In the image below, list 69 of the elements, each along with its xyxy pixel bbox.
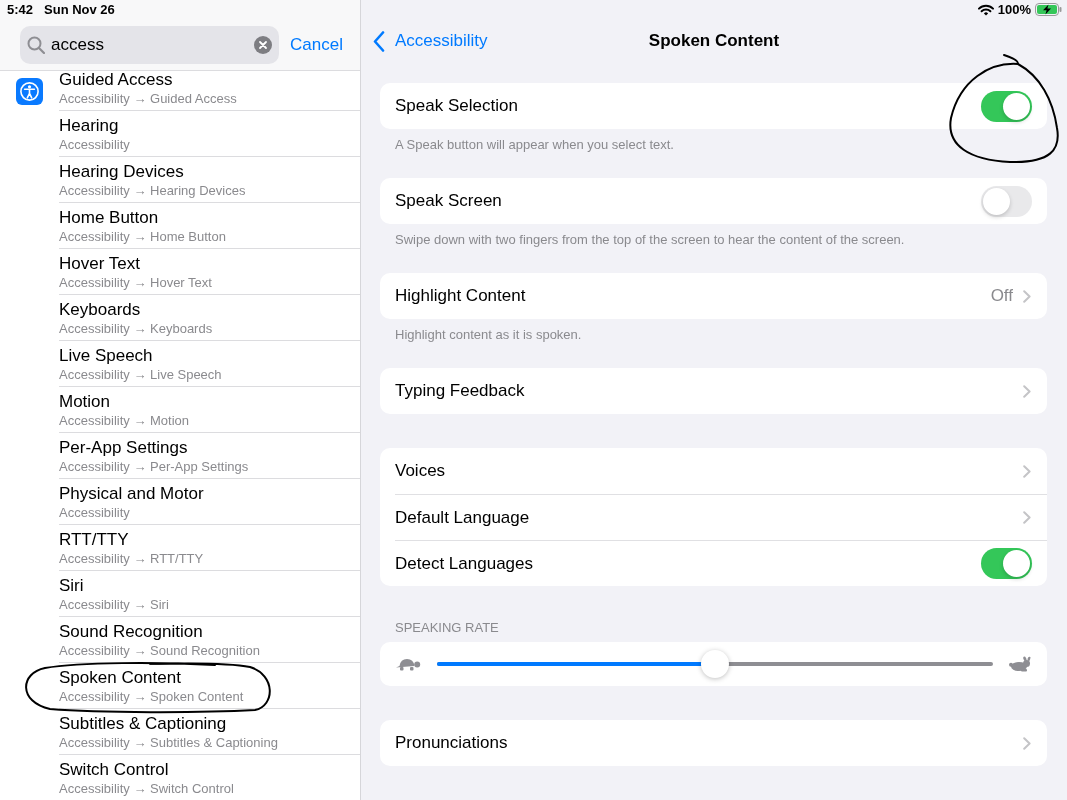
chevron-right-icon <box>1023 384 1031 398</box>
wifi-icon <box>977 3 994 16</box>
result-title[interactable]: Sound Recognition <box>59 622 203 642</box>
result-path: Accessibility → Guided Access <box>59 90 237 108</box>
row-label[interactable]: Voices <box>395 460 446 482</box>
battery-percent: 100% <box>997 1 1031 18</box>
result-title[interactable]: RTT/TTY <box>59 530 129 550</box>
section-header: SPEAKING RATE <box>394 620 500 637</box>
result-path: Accessibility → Sound Recognition <box>59 642 260 660</box>
footer-note: A Speak button will appear when you select text. <box>394 136 675 153</box>
result-title[interactable]: Guided Access <box>59 71 173 90</box>
result-path: Accessibility <box>59 136 130 154</box>
result-title[interactable]: Physical and Motor <box>59 484 204 504</box>
result-title[interactable]: Subtitles & Captioning <box>59 714 227 734</box>
toggle-switch[interactable] <box>981 548 1032 579</box>
result-path: Accessibility → Switch Control <box>59 780 234 798</box>
chevron-right-icon <box>1023 511 1031 524</box>
result-path: Accessibility → Hearing Devices <box>59 182 246 200</box>
chevron-left-icon <box>373 30 385 52</box>
accessibility-icon <box>16 78 43 105</box>
result-path: Accessibility → Siri <box>59 596 169 614</box>
toggle-switch[interactable] <box>981 185 1032 217</box>
result-title[interactable]: Spoken Content <box>59 668 181 688</box>
result-title[interactable]: Per-App Settings <box>59 438 188 458</box>
result-path: Accessibility → Per-App Settings <box>59 458 249 476</box>
cancel-button[interactable]: Cancel <box>290 34 343 56</box>
row-label: Speak Selection <box>395 95 518 117</box>
result-path: Accessibility → Spoken Content <box>59 688 244 706</box>
result-title[interactable]: Motion <box>59 392 111 412</box>
result-path: Accessibility → RTT/TTY <box>59 550 204 568</box>
footer-note: Swipe down with two fingers from the top of the screen to hear the content of the screen. <box>394 231 906 248</box>
row-value: Off <box>990 285 1013 307</box>
result-title[interactable]: Siri <box>59 576 84 596</box>
result-title[interactable]: Keyboards <box>59 300 141 320</box>
row-label[interactable]: Default Language <box>395 506 530 529</box>
result-path: Accessibility → Live Speech <box>59 366 222 384</box>
row-label: Detect Languages <box>395 552 533 575</box>
result-path: Accessibility → Keyboards <box>59 320 213 338</box>
result-title[interactable]: Live Speech <box>59 346 153 366</box>
status-date: Sun Nov 26 <box>44 2 115 18</box>
clear-button[interactable] <box>254 36 272 54</box>
result-path: Accessibility → Subtitles & Captioning <box>59 734 278 752</box>
nav-title: Spoken Content <box>648 30 780 53</box>
row-label: Speak Screen <box>395 190 502 212</box>
chevron-right-icon <box>1023 464 1031 478</box>
row-label[interactable]: Typing Feedback <box>395 380 525 402</box>
chevron-right-icon <box>1023 289 1031 303</box>
toggle-switch[interactable] <box>981 90 1032 122</box>
chevron-right-icon <box>1023 736 1031 750</box>
back-button[interactable]: Accessibility <box>373 30 488 53</box>
rabbit-icon <box>1008 656 1032 672</box>
search-field[interactable]: access <box>20 26 279 64</box>
result-title[interactable]: Hearing Devices <box>59 162 184 182</box>
slider-thumb[interactable] <box>701 650 729 678</box>
status-time: 5:42 <box>7 2 34 18</box>
footer-note: Highlight content as it is spoken. <box>394 326 583 343</box>
clear-icon <box>254 36 272 54</box>
result-title[interactable]: Home Button <box>59 208 159 228</box>
row-label[interactable]: Highlight Content <box>395 285 526 307</box>
result-path: Accessibility <box>59 504 130 522</box>
result-path: Accessibility → Motion <box>59 412 190 430</box>
search-icon <box>27 36 45 54</box>
result-path: Accessibility → Hover Text <box>59 274 212 292</box>
result-title[interactable]: Hover Text <box>59 254 140 274</box>
result-title[interactable]: Switch Control <box>59 760 169 780</box>
result-path: Accessibility → Home Button <box>59 228 226 246</box>
turtle-icon <box>395 656 421 672</box>
row-label[interactable]: Pronunciations <box>395 732 508 754</box>
result-title[interactable]: Hearing <box>59 116 119 136</box>
